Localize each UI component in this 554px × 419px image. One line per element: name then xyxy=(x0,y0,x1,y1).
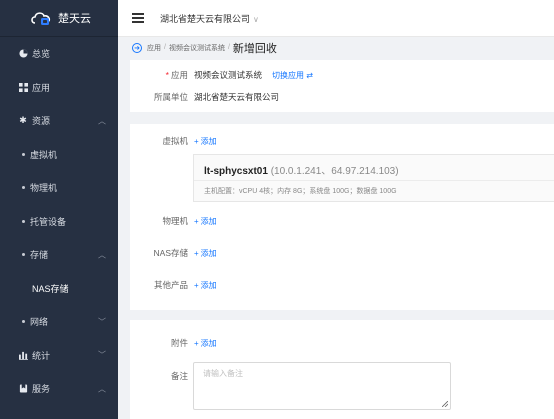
sidebar-item-nas[interactable]: NAS存储 xyxy=(0,272,118,306)
sidebar-item-network[interactable]: 网络 ﹀ xyxy=(0,305,118,339)
page-title: 新增回收 xyxy=(232,42,277,55)
bullet-icon xyxy=(22,186,25,190)
plus-icon: + xyxy=(194,136,199,146)
vm-label: 虚拟机 xyxy=(162,136,188,146)
resources-card: 虚拟机 + 添加 lt-sphycsxt01 (10.0.1.241、64.97.… xyxy=(130,124,554,310)
breadcrumb-separator: / xyxy=(227,44,230,51)
sidebar-item-resources[interactable]: ✱ 资源 ︿ xyxy=(0,104,118,138)
sidebar-item-hosting[interactable]: 托管设备 xyxy=(0,205,118,239)
app-label: * 应用 xyxy=(165,70,188,80)
breadcrumb-item[interactable]: 应用 xyxy=(147,43,161,53)
sidebar-item-overview[interactable]: 总览 xyxy=(0,37,118,71)
remark-label: 备注 xyxy=(170,371,188,381)
back-icon[interactable]: ➜ xyxy=(132,42,142,53)
sidebar-item-label: 总览 xyxy=(32,49,51,60)
sidebar-item-stats[interactable]: 统计 ﹀ xyxy=(0,339,118,373)
vm-name: lt-sphycsxt01 xyxy=(204,166,268,177)
plus-icon: + xyxy=(194,248,199,258)
org-name: 湖北省楚天云有限公司 xyxy=(160,13,251,24)
sidebar-item-apps[interactable]: 应用 xyxy=(0,71,118,105)
sidebar-item-label: 存储 xyxy=(30,250,49,261)
service-icon xyxy=(18,384,28,394)
sidebar-item-vm[interactable]: 虚拟机 xyxy=(0,138,118,172)
divider xyxy=(194,180,554,181)
chevron-down-icon: ﹀ xyxy=(98,317,106,327)
unit-value: 湖北省楚天云有限公司 xyxy=(194,92,280,102)
sidebar-nav: 总览 应用 ✱ 资源 ︿ 虚拟机 物理机 托管设备 存储 ︿ NAS存储 网络 … xyxy=(0,37,118,406)
app-value: 视频会议测试系统 xyxy=(194,70,263,80)
chevron-up-icon: ︿ xyxy=(98,116,106,126)
attachment-row: 附件 + 添加 xyxy=(130,337,217,349)
remark-textarea[interactable]: 请输入备注 xyxy=(193,362,451,410)
add-physical-button[interactable]: + 添加 xyxy=(194,216,217,227)
breadcrumb-separator: / xyxy=(164,44,166,51)
chevron-down-icon: ﹀ xyxy=(98,350,106,360)
plus-icon: + xyxy=(194,280,199,290)
menu-toggle-icon[interactable] xyxy=(132,13,144,23)
vm-ips: (10.0.1.241、64.97.214.103) xyxy=(270,166,399,177)
sidebar-item-label: 应用 xyxy=(32,82,51,93)
sidebar-item-service[interactable]: 服务 ︿ xyxy=(0,372,118,406)
bullet-icon xyxy=(22,253,25,257)
sidebar-item-label: 虚拟机 xyxy=(30,149,58,160)
other-row: 其他产品 + 添加 xyxy=(130,279,217,291)
chevron-down-icon: ∨ xyxy=(253,14,259,24)
bullet-icon xyxy=(22,152,25,156)
remark-placeholder: 请输入备注 xyxy=(203,369,243,378)
app-info-card: * 应用 视频会议测试系统 切换应用 ⇄ 所属单位 湖北省楚天云有限公司 xyxy=(130,60,554,112)
sidebar-item-label: NAS存储 xyxy=(32,283,69,294)
extra-card: 附件 + 添加 备注 请输入备注 xyxy=(130,320,554,419)
vm-item: lt-sphycsxt01 (10.0.1.241、64.97.214.103)… xyxy=(193,154,554,202)
sidebar-item-label: 服务 xyxy=(32,384,51,395)
sidebar-item-label: 统计 xyxy=(32,350,51,361)
sidebar-item-physical[interactable]: 物理机 xyxy=(0,171,118,205)
switch-app-link[interactable]: 切换应用 ⇄ xyxy=(272,70,313,81)
physical-row: 物理机 + 添加 xyxy=(130,215,217,227)
remark-row: 备注 xyxy=(130,370,194,382)
other-label: 其他产品 xyxy=(153,280,188,290)
brand-name: 楚天云 xyxy=(58,13,91,25)
vm-title: lt-sphycsxt01 (10.0.1.241、64.97.214.103) xyxy=(204,162,399,177)
nas-label: NAS存储 xyxy=(153,248,188,258)
chevron-up-icon: ︿ xyxy=(98,250,106,260)
sidebar: 楚天云 总览 应用 ✱ 资源 ︿ 虚拟机 物理机 托管设备 存储 ︿ NAS存储… xyxy=(0,0,118,419)
unit-label: 所属单位 xyxy=(153,92,188,102)
breadcrumb: ➜ 应用 / 视频会议测试系统 / 新增回收 xyxy=(118,37,554,58)
dashboard-icon xyxy=(18,49,28,59)
sidebar-item-label: 物理机 xyxy=(30,183,58,194)
logo[interactable]: 楚天云 xyxy=(0,0,118,37)
stats-icon xyxy=(18,350,28,360)
nas-row: NAS存储 + 添加 xyxy=(130,247,217,259)
physical-label: 物理机 xyxy=(162,216,188,226)
app-row: * 应用 视频会议测试系统 切换应用 ⇄ xyxy=(130,69,313,81)
sidebar-item-storage[interactable]: 存储 ︿ xyxy=(0,238,118,272)
breadcrumb-item[interactable]: 视频会议测试系统 xyxy=(169,43,225,53)
add-nas-button[interactable]: + 添加 xyxy=(194,248,217,259)
resource-icon: ✱ xyxy=(19,115,27,126)
org-selector[interactable]: 湖北省楚天云有限公司 ∨ xyxy=(160,12,259,25)
attachment-label: 附件 xyxy=(170,338,188,348)
chevron-up-icon: ︿ xyxy=(98,384,106,394)
add-other-button[interactable]: + 添加 xyxy=(194,280,217,291)
add-attachment-button[interactable]: + 添加 xyxy=(194,338,217,349)
resize-handle-icon[interactable] xyxy=(442,401,448,407)
sidebar-item-label: 托管设备 xyxy=(30,216,67,227)
unit-row: 所属单位 湖北省楚天云有限公司 xyxy=(130,91,279,103)
bullet-icon xyxy=(22,320,25,324)
vm-spec: 主机配置：vCPU 4核；内存 8G；系统盘 100G；数据盘 100G xyxy=(204,188,397,195)
cloud-logo-icon xyxy=(30,11,54,25)
bullet-icon xyxy=(22,219,25,223)
add-vm-button[interactable]: + 添加 xyxy=(194,136,217,147)
sidebar-item-label: 资源 xyxy=(32,116,51,127)
topbar: 湖北省楚天云有限公司 ∨ xyxy=(118,0,554,37)
plus-icon: + xyxy=(194,216,199,226)
vm-row: 虚拟机 + 添加 xyxy=(130,135,217,147)
plus-icon: + xyxy=(194,338,199,348)
sidebar-item-label: 网络 xyxy=(30,317,49,328)
apps-icon xyxy=(18,82,28,92)
